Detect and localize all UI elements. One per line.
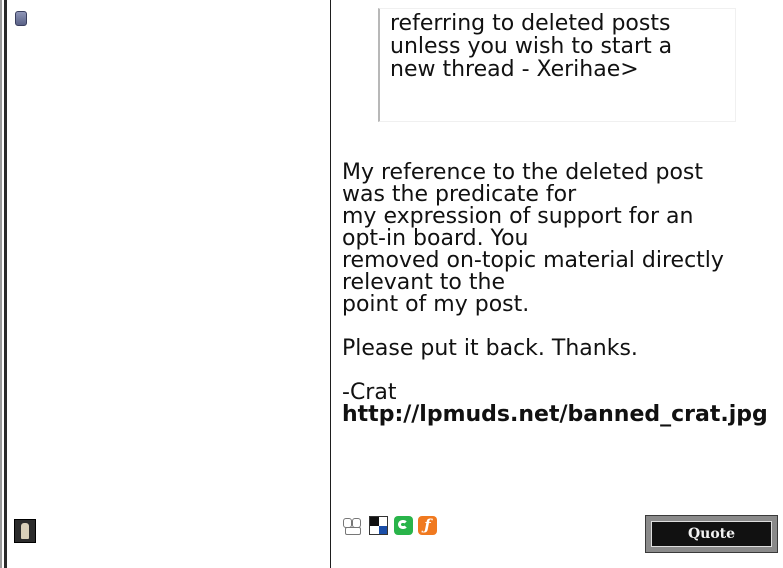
msn-icon-part bbox=[379, 526, 387, 534]
chat-icon-glyph bbox=[398, 520, 408, 529]
chat-icon[interactable] bbox=[394, 516, 413, 535]
user-figure bbox=[21, 523, 29, 539]
msn-icon[interactable] bbox=[369, 516, 388, 535]
left-border-dark bbox=[4, 0, 7, 568]
signature-link[interactable]: http://lpmuds.net/banned_crat.jpg bbox=[342, 404, 772, 426]
post-line: opt-in board. You bbox=[342, 226, 529, 251]
post-status-icon bbox=[15, 11, 27, 26]
left-border bbox=[0, 0, 2, 568]
post-line: my expression of support for an bbox=[342, 204, 694, 229]
user-avatar-icon[interactable] bbox=[14, 519, 36, 543]
post-line: My reference to the deleted post bbox=[342, 160, 703, 185]
post-line: relevant to the bbox=[342, 270, 505, 295]
post-body: My reference to the deleted post was the… bbox=[342, 162, 772, 426]
post-line: removed on-topic material directly bbox=[342, 248, 724, 273]
flash-icon[interactable]: ƒ bbox=[418, 516, 437, 535]
post-line: point of my post. bbox=[342, 292, 530, 317]
profile-icon-part bbox=[345, 527, 361, 535]
quote-button-label: Quote bbox=[651, 521, 772, 547]
column-divider bbox=[330, 0, 331, 568]
quote-text: referring to deleted posts unless you wi… bbox=[390, 11, 673, 82]
post-thanks: Please put it back. Thanks. bbox=[342, 336, 638, 361]
quote-button[interactable]: Quote bbox=[645, 515, 778, 553]
profile-icon[interactable] bbox=[343, 516, 362, 535]
post-line: was the predicate for bbox=[342, 182, 577, 207]
signature-name: -Crat bbox=[342, 380, 397, 405]
msn-icon-part bbox=[370, 517, 379, 526]
forum-post: referring to deleted posts unless you wi… bbox=[0, 0, 783, 568]
